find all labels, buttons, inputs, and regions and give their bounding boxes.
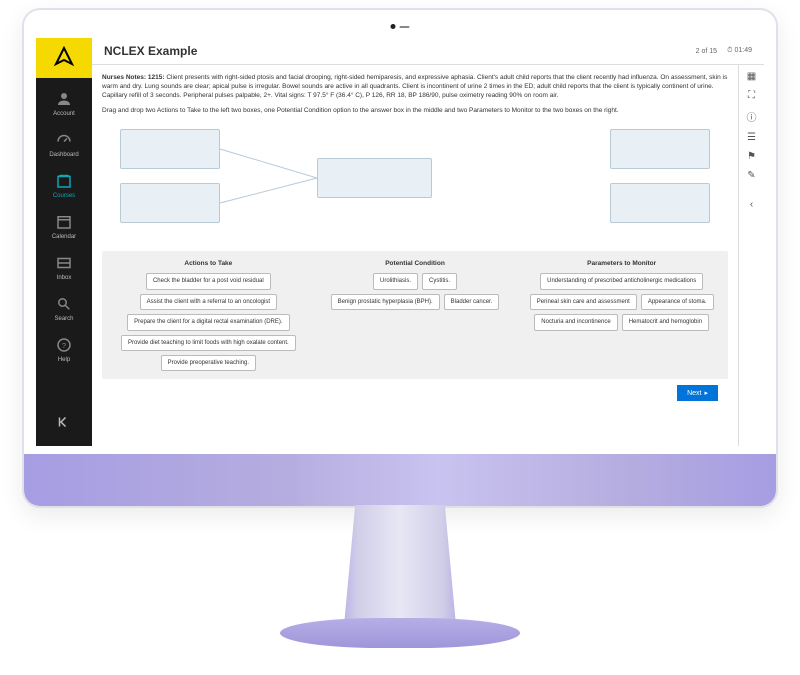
option-parameter[interactable]: Appearance of stoma. (641, 294, 714, 310)
page-header: NCLEX Example 2 of 15 ⏱ 01:49 (92, 38, 764, 65)
nurses-notes: Nurses Notes: 1215: Client presents with… (102, 73, 728, 100)
option-condition[interactable]: Benign prostatic hyperplasia (BPH). (331, 294, 440, 310)
help-icon: ? (55, 336, 73, 354)
account-icon (55, 90, 73, 108)
sidebar-label: Calendar (52, 234, 76, 240)
sidebar-label: Search (54, 316, 73, 322)
tool-info[interactable]: ⓘ (747, 109, 757, 124)
option-condition[interactable]: Cystitis. (422, 273, 457, 289)
category-title: Actions to Take (110, 259, 307, 268)
category-title: Parameters to Monitor (523, 259, 720, 268)
sidebar-item-search[interactable]: Search (36, 289, 92, 328)
question-content: Nurses Notes: 1215: Client presents with… (92, 65, 738, 446)
category-actions: Actions to Take Check the bladder for a … (110, 259, 307, 371)
next-button[interactable]: Next ▸ (677, 385, 718, 401)
sidebar-item-help[interactable]: ? Help (36, 330, 92, 369)
progress-counter: 2 of 15 (696, 48, 717, 55)
sidebar-label: Dashboard (49, 152, 78, 158)
dropzone-parameter-2[interactable] (610, 183, 710, 223)
sidebar-label: Account (53, 111, 75, 117)
dropzone-condition[interactable] (317, 158, 432, 198)
right-toolbar: ▦ ⛶ ⓘ ☰ ⚑ ✎ ‹ (738, 65, 764, 446)
option-condition[interactable]: Bladder cancer. (444, 294, 500, 310)
option-action[interactable]: Prepare the client for a digital rectal … (127, 314, 289, 330)
camera (391, 24, 410, 29)
page-title: NCLEX Example (104, 44, 197, 58)
dropzone-action-1[interactable] (120, 129, 220, 169)
logo-icon (52, 46, 76, 70)
instructions: Drag and drop two Actions to Take to the… (102, 106, 728, 115)
option-action[interactable]: Provide diet teaching to limit foods wit… (121, 335, 296, 351)
option-parameter[interactable]: Nocturia and incontinence (534, 314, 617, 330)
sidebar-item-courses[interactable]: Courses (36, 166, 92, 205)
collapse-icon (55, 413, 73, 431)
chevron-right-icon: ▸ (704, 389, 708, 397)
monitor-foot (280, 618, 520, 648)
monitor-stand (330, 505, 470, 625)
dashboard-icon (55, 131, 73, 149)
screen: Account Dashboard Courses Calendar Inbox (36, 38, 764, 446)
inbox-icon (55, 254, 73, 272)
option-action[interactable]: Check the bladder for a post void residu… (146, 273, 271, 289)
dropzone-action-2[interactable] (120, 183, 220, 223)
sidebar-item-dashboard[interactable]: Dashboard (36, 125, 92, 164)
option-condition[interactable]: Urolithiasis. (373, 273, 418, 289)
sidebar-collapse-button[interactable] (55, 403, 73, 446)
option-parameter[interactable]: Understanding of prescribed anticholiner… (540, 273, 703, 289)
timer: ⏱ 01:49 (727, 47, 752, 55)
tool-calculator[interactable]: ▦ (747, 71, 756, 82)
svg-text:?: ? (62, 341, 66, 350)
toolbar-collapse[interactable]: ‹ (750, 199, 753, 210)
tool-flag[interactable]: ⚑ (747, 151, 756, 162)
tool-edit[interactable]: ✎ (747, 170, 755, 181)
drop-diagram (102, 123, 728, 243)
sidebar-label: Courses (53, 193, 75, 199)
search-icon (55, 295, 73, 313)
sidebar-item-account[interactable]: Account (36, 84, 92, 123)
tool-notes[interactable]: ☰ (747, 132, 756, 143)
category-condition: Potential Condition Urolithiasis. Cystit… (317, 259, 514, 371)
app-logo[interactable] (36, 38, 92, 78)
category-title: Potential Condition (317, 259, 514, 268)
main-content: NCLEX Example 2 of 15 ⏱ 01:49 Nurses Not… (92, 38, 764, 446)
option-parameter[interactable]: Hematocrit and hemoglobin (622, 314, 709, 330)
tool-expand[interactable]: ⛶ (748, 90, 755, 101)
option-action[interactable]: Assist the client with a referral to an … (140, 294, 277, 310)
monitor-frame: Account Dashboard Courses Calendar Inbox (22, 8, 778, 508)
courses-icon (55, 172, 73, 190)
sidebar-label: Inbox (57, 275, 72, 281)
dropzone-parameter-1[interactable] (610, 129, 710, 169)
option-categories: Actions to Take Check the bladder for a … (102, 251, 728, 379)
sidebar-item-calendar[interactable]: Calendar (36, 207, 92, 246)
sidebar-label: Help (58, 357, 70, 363)
monitor-bezel (24, 454, 776, 506)
option-parameter[interactable]: Perineal skin care and assessment (530, 294, 637, 310)
calendar-icon (55, 213, 73, 231)
option-action[interactable]: Provide preoperative teaching. (161, 355, 256, 371)
sidebar-item-inbox[interactable]: Inbox (36, 248, 92, 287)
sidebar: Account Dashboard Courses Calendar Inbox (36, 38, 92, 446)
category-parameters: Parameters to Monitor Understanding of p… (523, 259, 720, 371)
